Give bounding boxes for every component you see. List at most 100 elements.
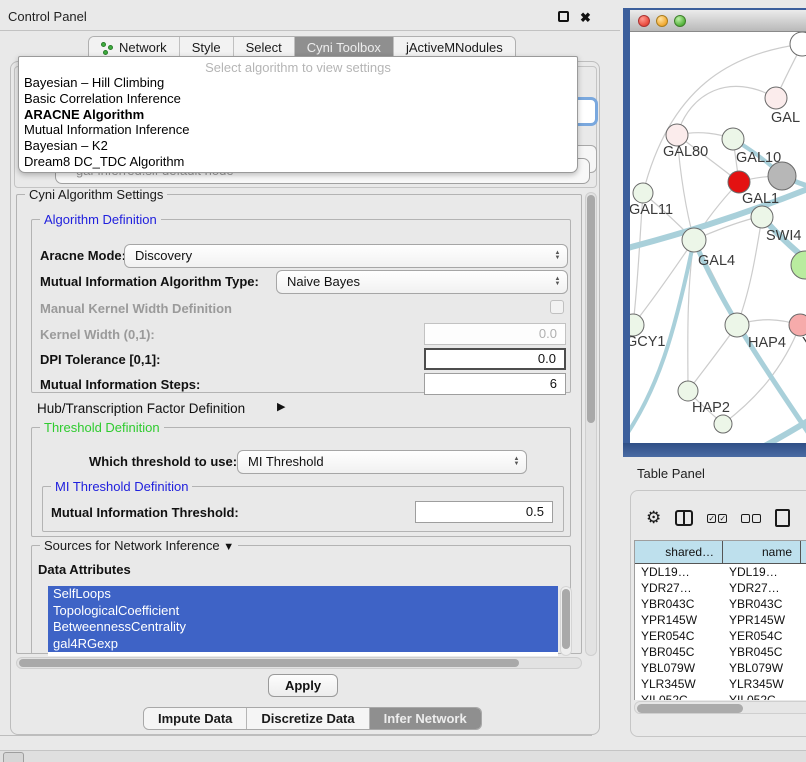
mi-threshold-field[interactable]: 0.5 [415, 501, 553, 523]
bottom-left-mini-button[interactable] [3, 752, 24, 762]
table-cell: YPR145W [723, 612, 801, 628]
attribute-list-item[interactable]: SelfLoops [48, 586, 558, 603]
dpi-tolerance-field[interactable]: 0.0 [424, 348, 566, 370]
close-window-icon[interactable] [638, 15, 650, 27]
close-panel-icon[interactable]: ✖ [579, 11, 592, 24]
algorithm-dropdown-popup: Select algorithm to view settings Bayesi… [18, 56, 578, 173]
algorithm-option[interactable]: Basic Correlation Inference [19, 91, 577, 107]
attributes-scrollbar[interactable] [560, 586, 572, 656]
node-bottom[interactable] [714, 415, 732, 433]
tab-infer-network[interactable]: Infer Network [370, 708, 481, 729]
table-hscroll-thumb[interactable] [637, 704, 743, 713]
node-GAL80[interactable] [666, 124, 688, 146]
table-row[interactable]: YPR145WYPR145W9. [635, 612, 806, 628]
node-table[interactable]: shared…nameA YDL19…YDL19…13YDR27…YDR27…1… [634, 540, 806, 700]
table-column-header[interactable]: name [723, 541, 801, 563]
attribute-list-item[interactable]: gal4RGexp [48, 636, 558, 653]
settings-vscroll-thumb[interactable] [587, 195, 595, 423]
algorithm-option[interactable]: Bayesian – K2 [19, 138, 577, 154]
node-GAL4[interactable] [682, 228, 706, 252]
algorithm-option[interactable]: Mutual Information Inference [19, 122, 577, 138]
table-cell: 12 [801, 580, 806, 596]
settings-horizontal-scrollbar[interactable] [16, 657, 582, 669]
minimize-window-icon[interactable] [656, 15, 668, 27]
deselect-all-icon[interactable] [741, 514, 761, 523]
attribute-list-item[interactable]: BetweennessCentrality [48, 619, 558, 636]
tab-impute-data[interactable]: Impute Data [144, 708, 247, 729]
kernel-width-field[interactable]: 0.0 [424, 323, 566, 345]
table-column-header[interactable]: shared… [635, 541, 723, 563]
node-GAL11[interactable] [633, 183, 653, 203]
algorithm-option[interactable]: Dream8 DC_TDC Algorithm [19, 154, 577, 170]
table-cell: YIL052C [723, 692, 801, 700]
table-row[interactable]: YBR045CYBR045C9. [635, 644, 806, 660]
which-threshold-label: Which threshold to use: [89, 454, 237, 469]
table-horizontal-scrollbar[interactable] [634, 701, 806, 714]
node-GAL10[interactable] [722, 128, 744, 150]
table-cell: YBR043C [723, 596, 801, 612]
table-cell: 9. [801, 676, 806, 692]
node-gal-top[interactable] [765, 87, 787, 109]
apply-button[interactable]: Apply [268, 674, 338, 697]
manual-kernel-label: Manual Kernel Width Definition [40, 301, 232, 316]
node-HAP2[interactable] [678, 381, 698, 401]
panel-bottom-divider [0, 735, 592, 736]
threshold-definition-title: Threshold Definition [40, 420, 164, 435]
node-SWI4[interactable] [751, 206, 773, 228]
network-window-bottom-frame [623, 443, 806, 457]
table-row[interactable]: YDL19…YDL19…13 [635, 564, 806, 580]
data-attributes-list[interactable]: SelfLoopsTopologicalCoefficientBetweenne… [48, 586, 558, 656]
node-HAP4[interactable] [725, 313, 749, 337]
tab-discretize-data[interactable]: Discretize Data [247, 708, 369, 729]
which-threshold-select[interactable]: MI Threshold ▲▼ [237, 450, 527, 474]
aracne-mode-select[interactable]: Discovery ▲▼ [124, 244, 568, 268]
network-canvas[interactable]: GALGAL80GAL10GAL1GAL11SWI4GAL4GCY1HAP4YH… [630, 32, 806, 444]
table-row[interactable]: YER054CYER054C8. [635, 628, 806, 644]
settings-hscroll-thumb[interactable] [19, 659, 519, 667]
attributes-scrollbar-thumb[interactable] [562, 589, 570, 649]
node-label: GAL4 [698, 253, 735, 269]
network-view-window: GALGAL80GAL10GAL1GAL11SWI4GAL4GCY1HAP4YH… [623, 8, 806, 457]
table-row[interactable]: YDR27…YDR27…12 [635, 580, 806, 596]
expand-right-icon[interactable]: ▶ [277, 400, 285, 413]
algorithm-option[interactable]: ARACNE Algorithm [19, 107, 577, 123]
table-cell: 9. [801, 612, 806, 628]
sources-title-text: Sources for Network Inference [44, 538, 220, 553]
table-column-header[interactable]: A [801, 541, 806, 563]
float-panel-icon[interactable] [558, 11, 569, 22]
zoom-window-icon[interactable] [674, 15, 686, 27]
table-row[interactable]: YBL079WYBL079W [635, 660, 806, 676]
node-GCY1[interactable] [630, 314, 644, 336]
column-selector-icon[interactable] [675, 510, 693, 526]
node-top-white[interactable] [790, 32, 806, 56]
attribute-list-item[interactable]: TopologicalCoefficient [48, 603, 558, 620]
collapse-down-icon[interactable]: ▼ [223, 541, 234, 553]
node-big-green[interactable] [791, 251, 806, 279]
table-header-row: shared…nameA [635, 541, 806, 564]
node-label: GCY1 [630, 334, 666, 350]
node-pink-right[interactable] [789, 314, 806, 336]
node-GAL1[interactable] [728, 171, 750, 193]
algorithm-dropdown-prompt: Select algorithm to view settings [19, 57, 577, 75]
export-table-icon[interactable] [775, 509, 790, 527]
algorithm-option[interactable]: Bayesian – Hill Climbing [19, 75, 577, 91]
table-cell: 9. [801, 644, 806, 660]
settings-vertical-scrollbar[interactable] [585, 192, 597, 656]
table-settings-gear-icon[interactable]: ⚙ [646, 509, 661, 527]
network-window-titlebar[interactable] [630, 10, 806, 32]
stepper-arrows-icon: ▲▼ [510, 453, 523, 471]
table-row[interactable]: YLR345WYLR345W9. [635, 676, 806, 692]
table-row[interactable]: YBR043CYBR043C [635, 596, 806, 612]
table-row[interactable]: YIL052CYIL052C9 [635, 692, 806, 700]
table-cell: YDR27… [723, 580, 801, 596]
manual-kernel-checkbox[interactable] [550, 300, 564, 314]
hub-definition-toggle-label[interactable]: Hub/Transcription Factor Definition [37, 401, 245, 416]
node-gray-hub[interactable] [768, 162, 796, 190]
select-all-icon[interactable]: ✓✓ [707, 514, 727, 523]
mi-type-select[interactable]: Naive Bayes ▲▼ [276, 270, 568, 294]
mi-steps-field[interactable]: 6 [424, 373, 566, 395]
node-label: GAL [771, 110, 800, 126]
threshold-definition-group: Threshold Definition Which threshold to … [31, 427, 571, 537]
table-cell: YPR145W [635, 612, 723, 628]
sources-title: Sources for Network Inference ▼ [40, 538, 238, 553]
